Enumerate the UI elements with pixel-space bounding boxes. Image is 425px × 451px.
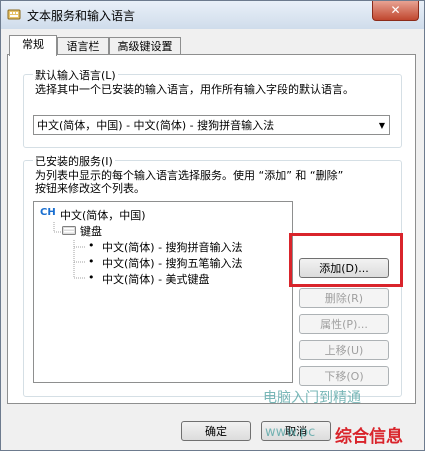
window-title: 文本服务和输入语言	[27, 9, 136, 23]
watermark-text-2: www.pc	[265, 425, 316, 440]
remove-button[interactable]: 删除(R)	[299, 288, 389, 308]
tree-item-sogou-wubi[interactable]: 中文(简体) - 搜狗五笔输入法	[102, 255, 243, 271]
keyboard-app-icon	[7, 9, 21, 20]
move-down-button[interactable]: 下移(O)	[299, 366, 389, 386]
title-bar[interactable]: 文本服务和输入语言 ✕	[1, 1, 424, 29]
ok-button[interactable]: 确定	[181, 421, 251, 441]
tree-item-us-keyboard[interactable]: 中文(简体) - 美式键盘	[102, 271, 210, 287]
highlight-box	[289, 233, 403, 287]
watermark-text-1: 电脑入门到精通	[263, 390, 361, 406]
tab-language-bar[interactable]: 语言栏	[57, 37, 109, 55]
default-language-description: 选择其中一个已安装的输入语言，用作所有输入字段的默认语言。	[35, 83, 354, 96]
tree-bullet-3: •	[88, 271, 95, 284]
tab-general[interactable]: 常规	[9, 35, 57, 56]
tree-bullet-2: •	[88, 255, 95, 268]
default-language-select[interactable]: 中文(简体，中国) - 中文(简体) - 搜狗拼音输入法 ▼	[33, 115, 390, 135]
tree-bullet-1: •	[88, 239, 95, 252]
tree-language-node[interactable]: 中文(简体，中国)	[60, 207, 146, 223]
watermark-text-3: 综合信息	[335, 427, 403, 447]
chevron-down-icon[interactable]: ▼	[379, 116, 385, 136]
tab-advanced-key-settings[interactable]: 高级键设置	[109, 37, 181, 55]
installed-services-tree[interactable]: CH 中文(简体，中国) 键盘 • 中文(简体) - 搜狗拼音输入法 • 中文(…	[33, 201, 293, 383]
default-language-label: 默认输入语言(L)	[33, 67, 118, 83]
move-up-button[interactable]: 上移(U)	[299, 340, 389, 360]
keyboard-icon	[62, 226, 76, 235]
installed-services-description-line2: 按钮来修改这个列表。	[35, 182, 145, 195]
tree-item-sogou-pinyin[interactable]: 中文(简体) - 搜狗拼音输入法	[102, 239, 243, 255]
language-code-icon: CH	[40, 207, 56, 218]
installed-services-label: 已安装的服务(I)	[33, 153, 115, 169]
properties-button[interactable]: 属性(P)...	[299, 314, 389, 334]
default-language-value: 中文(简体，中国) - 中文(简体) - 搜狗拼音输入法	[37, 119, 275, 132]
tree-keyboard-node[interactable]: 键盘	[80, 223, 102, 239]
dialog-window: 文本服务和输入语言 ✕ 常规 语言栏 高级键设置 默认输入语言(L) 选择其中一…	[0, 0, 425, 451]
close-button[interactable]: ✕	[372, 1, 419, 21]
installed-services-description-line1: 为列表中显示的每个输入语言选择服务。使用 “添加” 和 “删除”	[35, 169, 344, 182]
